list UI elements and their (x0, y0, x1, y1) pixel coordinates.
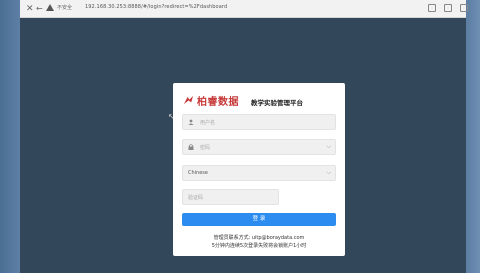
platform-title: 教学实验管理平台 (251, 99, 303, 107)
username-field[interactable]: 用户名 (182, 114, 336, 130)
login-card: 柏睿数据 教学实验管理平台 用户名 密码 ⌵ Chinese ⌵ 验证码 登 录… (173, 83, 345, 256)
username-placeholder: 用户名 (200, 120, 216, 126)
language-value: Chinese (188, 170, 208, 176)
url-field[interactable]: 192.168.30.253:8888/#/login?redirect=%2F… (85, 4, 227, 10)
window-frame-right (466, 0, 480, 273)
eye-toggle-icon[interactable]: ⌵ (326, 143, 331, 151)
admin-contact: 管理员联系方式: uitp@boraydata.com (213, 235, 305, 241)
close-tab-icon[interactable]: ✕ (26, 3, 34, 15)
lock-notice: 5分钟内连续5次登录失败将会锁账户1小时 (211, 243, 307, 249)
back-icon[interactable]: ← (36, 3, 43, 15)
window-frame-left (0, 0, 20, 273)
language-select[interactable]: Chinese ⌵ (182, 165, 336, 181)
window-icon[interactable] (444, 4, 452, 12)
captcha-field[interactable]: 验证码 (182, 189, 279, 205)
password-field[interactable]: 密码 ⌵ (182, 139, 336, 155)
user-icon (188, 119, 194, 125)
password-placeholder: 密码 (200, 145, 211, 151)
login-button[interactable]: 登 录 (182, 213, 336, 226)
lock-icon (188, 144, 194, 150)
security-status[interactable]: 不安全 (57, 4, 72, 11)
screenshot-icon[interactable] (428, 4, 436, 12)
captcha-placeholder: 验证码 (188, 195, 204, 201)
profile-icon[interactable] (460, 4, 468, 12)
brand-logo-icon (183, 95, 194, 105)
chevron-down-icon: ⌵ (326, 169, 331, 176)
browser-address-bar: ✕ ← 不安全 192.168.30.253:8888/#/login?redi… (20, 0, 468, 18)
brand-name: 柏睿数据 (197, 97, 239, 108)
warning-icon (46, 4, 54, 11)
